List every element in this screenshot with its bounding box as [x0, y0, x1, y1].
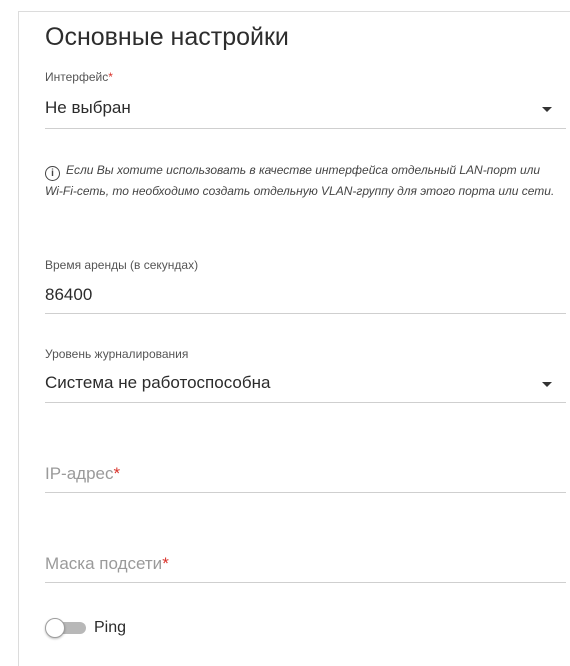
required-mark: *: [162, 554, 169, 573]
ip-address-input[interactable]: IP-адрес*: [45, 456, 566, 490]
chevron-down-icon: [542, 382, 552, 387]
ip-address-placeholder-text: IP-адрес: [45, 464, 114, 483]
toggle-knob: [45, 618, 65, 638]
required-mark: *: [113, 464, 121, 483]
log-level-underline: [45, 402, 566, 403]
lease-time-underline: [45, 313, 566, 314]
log-level-label: Уровень журналирования: [45, 347, 189, 361]
required-mark: *: [108, 70, 113, 84]
ip-address-underline: [45, 492, 566, 493]
interface-select[interactable]: Не выбран: [45, 92, 566, 124]
interface-select-value: Не выбран: [45, 98, 131, 117]
log-level-select-value: Система не работоспособна: [45, 373, 271, 392]
ping-toggle[interactable]: [45, 618, 86, 638]
interface-label: Интерфейс*: [45, 70, 113, 84]
ip-address-placeholder: IP-адрес*: [45, 464, 120, 484]
lease-time-value: 86400: [45, 285, 93, 304]
info-note: i Если Вы хотите использовать в качестве …: [45, 160, 557, 201]
subnet-mask-placeholder: Маска подсети*: [45, 554, 169, 574]
lease-time-label: Время аренды (в секундах): [45, 258, 199, 272]
section-title: Основные настройки: [45, 23, 289, 51]
info-note-text: Если Вы хотите использовать в качестве и…: [45, 163, 555, 198]
lease-time-input[interactable]: 86400: [45, 278, 566, 312]
subnet-mask-input[interactable]: Маска подсети*: [45, 546, 566, 580]
info-icon: i: [45, 166, 60, 181]
interface-underline: [45, 128, 566, 129]
chevron-down-icon: [542, 107, 552, 112]
subnet-mask-underline: [45, 582, 566, 583]
ping-label: Ping: [94, 619, 127, 636]
subnet-mask-placeholder-text: Маска подсети: [45, 554, 163, 573]
log-level-select[interactable]: Система не работоспособна: [45, 367, 566, 399]
interface-label-text: Интерфейс: [45, 70, 109, 84]
